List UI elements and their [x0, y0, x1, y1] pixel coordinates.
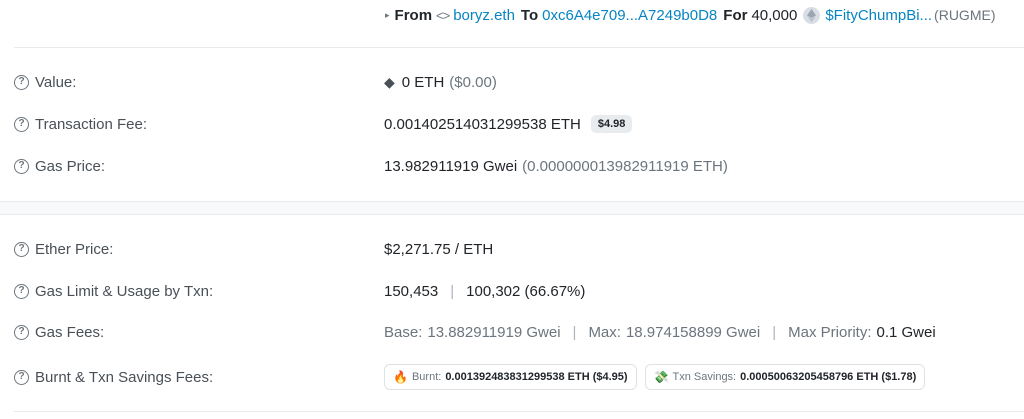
fee-label: Transaction Fee:	[35, 115, 147, 133]
ether-price-row: ? Ether Price: $2,271.75 / ETH	[14, 237, 1024, 261]
txn-savings-badge: 💸 Txn Savings: 0.00050063205458796 ETH (…	[644, 364, 926, 390]
max-fee-value: 18.974158899 Gwei	[625, 323, 761, 341]
gas-price-eth: (0.000000013982911919 ETH)	[522, 157, 728, 175]
value-label: Value:	[35, 73, 77, 91]
gas-fees-row: ? Gas Fees: Base: 13.882911919 Gwei | Ma…	[14, 320, 1024, 344]
help-question-icon[interactable]: ?	[14, 116, 29, 132]
ether-price-label-wrap: ? Ether Price:	[14, 241, 384, 258]
gas-usage-value: 100,302 (66.67%)	[466, 282, 586, 300]
burnt-label-wrap: ? Burnt & Txn Savings Fees:	[14, 369, 384, 386]
token-transfer-row: ▸ From <> boryz.eth To 0xc6A4e709...A724…	[385, 4, 995, 26]
help-question-icon[interactable]: ?	[14, 74, 29, 90]
burnt-savings-row: ? Burnt & Txn Savings Fees: 🔥 Burnt: 0.0…	[14, 362, 1024, 392]
value-row: ? Value: ◆ 0 ETH ($0.00)	[14, 70, 1024, 94]
fire-icon: 🔥	[393, 370, 408, 384]
transfer-amount: 40,000	[751, 6, 798, 24]
token-name-link[interactable]: $FityChumpBi...	[825, 7, 932, 24]
fee-label-wrap: ? Transaction Fee:	[14, 116, 384, 133]
separator: |	[772, 323, 777, 341]
help-question-icon[interactable]: ?	[14, 241, 29, 257]
gas-limit-content: 150,453 | 100,302 (66.67%)	[384, 283, 585, 300]
from-label: From	[394, 6, 433, 24]
help-question-icon[interactable]: ?	[14, 158, 29, 174]
gas-fees-label: Gas Fees:	[35, 323, 105, 341]
help-question-icon[interactable]: ?	[14, 324, 29, 340]
help-question-icon[interactable]: ?	[14, 283, 29, 299]
value-amount: 0 ETH	[401, 73, 445, 91]
money-icon: 💸	[653, 370, 669, 384]
gas-price-row: ? Gas Price: 13.982911919 Gwei (0.000000…	[14, 154, 1024, 178]
gas-fees-label-wrap: ? Gas Fees:	[14, 324, 384, 341]
more-details-card: ? Ether Price: $2,271.75 / ETH ? Gas Lim…	[0, 214, 1024, 419]
gas-fees-content: Base: 13.882911919 Gwei | Max: 18.974158…	[384, 324, 936, 341]
ether-price-content: $2,271.75 / ETH	[384, 241, 493, 258]
value-label-wrap: ? Value:	[14, 74, 384, 91]
to-address-link[interactable]: 0xc6A4e709...A7249b0D8	[542, 7, 717, 24]
for-label: For	[723, 6, 748, 24]
expand-triangle-icon[interactable]: ▸	[385, 10, 390, 21]
burnt-savings-content: 🔥 Burnt: 0.001392483831299538 ETH ($4.95…	[384, 364, 933, 390]
value-usd: ($0.00)	[449, 73, 497, 91]
gas-price-label: Gas Price:	[35, 157, 106, 175]
divider	[14, 411, 1024, 412]
token-symbol: (RUGME)	[934, 7, 996, 23]
max-priority-value: 0.1 Gwei	[876, 323, 936, 341]
burnt-fee-badge: 🔥 Burnt: 0.001392483831299538 ETH ($4.95…	[384, 364, 637, 390]
transaction-details-card: ▸ From <> boryz.eth To 0xc6A4e709...A724…	[0, 0, 1024, 202]
fee-content: 0.001402514031299538 ETH $4.98	[384, 115, 633, 133]
txn-savings-value: 0.00050063205458796 ETH ($1.78)	[740, 371, 917, 383]
eth-icon: ◆	[384, 73, 395, 90]
value-content: ◆ 0 ETH ($0.00)	[384, 74, 497, 91]
burnt-savings-label: Burnt & Txn Savings Fees:	[35, 368, 214, 386]
gas-price-label-wrap: ? Gas Price:	[14, 158, 384, 175]
fee-usd-badge: $4.98	[590, 115, 633, 133]
token-logo-icon	[803, 6, 821, 24]
gas-limit-row: ? Gas Limit & Usage by Txn: 150,453 | 10…	[14, 279, 1024, 303]
burnt-value: 0.001392483831299538 ETH ($4.95)	[445, 371, 628, 383]
separator: |	[450, 282, 455, 300]
fee-amount: 0.001402514031299538 ETH	[384, 115, 581, 133]
gas-price-gwei: 13.982911919 Gwei	[384, 157, 518, 175]
burnt-label: Burnt:	[411, 371, 442, 383]
ether-price-value: $2,271.75 / ETH	[384, 240, 494, 258]
help-question-icon[interactable]: ?	[14, 369, 29, 385]
txn-savings-label: Txn Savings:	[672, 371, 737, 383]
gas-limit-value: 150,453	[384, 282, 439, 300]
gas-price-content: 13.982911919 Gwei (0.000000013982911919 …	[384, 158, 728, 175]
to-label: To	[520, 6, 539, 24]
divider	[14, 47, 1024, 48]
code-brackets-icon: <>	[436, 7, 450, 23]
base-fee-value: 13.882911919 Gwei	[427, 323, 561, 341]
gas-limit-label-wrap: ? Gas Limit & Usage by Txn:	[14, 283, 384, 300]
separator: |	[572, 323, 577, 341]
max-fee-label: Max:	[588, 323, 621, 341]
gas-limit-label: Gas Limit & Usage by Txn:	[35, 282, 214, 300]
base-fee-label: Base:	[384, 323, 423, 341]
from-address-link[interactable]: boryz.eth	[453, 7, 515, 24]
transaction-fee-row: ? Transaction Fee: 0.001402514031299538 …	[14, 112, 1024, 136]
ether-price-label: Ether Price:	[35, 240, 114, 258]
max-priority-label: Max Priority:	[788, 323, 872, 341]
